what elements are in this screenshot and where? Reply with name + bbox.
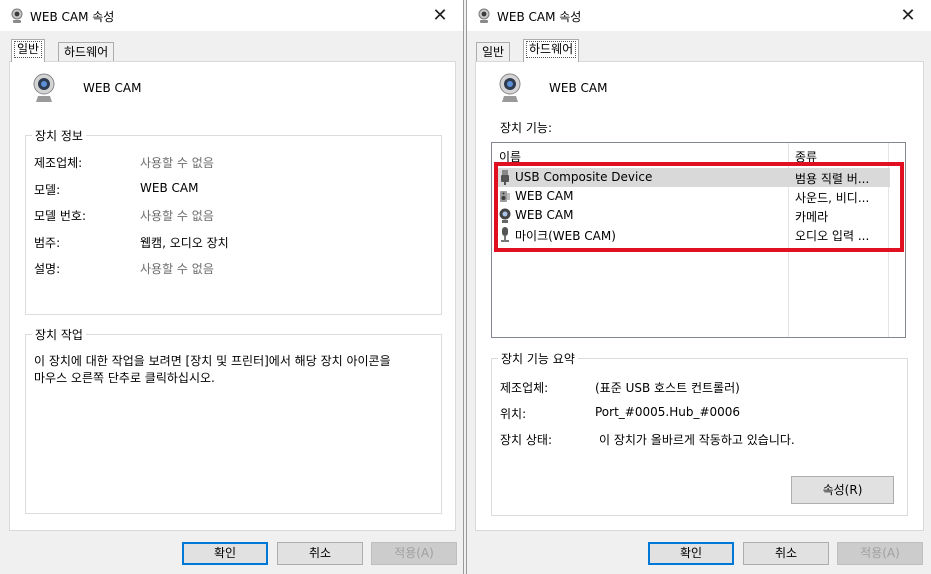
webcam-icon [33,73,55,102]
model-label: 모델: [34,183,61,197]
window-title: WEB CAM 속성 [497,10,582,24]
title-bar: WEB CAM 속성 ✕ [0,0,463,31]
apply-button[interactable]: 적용(A) [371,542,457,565]
tab-label: 일반 [482,45,505,59]
list-item-type: 오디오 입력 ... [795,229,870,243]
cancel-button[interactable]: 취소 [277,542,363,565]
list-item-type: 카메라 [795,210,829,224]
speaker-icon [500,191,510,202]
device-functions-list[interactable]: 이름 종류 USB Composite Device 범용 직렬 버... WE… [491,142,906,338]
tab-hardware[interactable]: 하드웨어 [58,42,115,62]
device-status-label: 장치 상태: [500,433,553,447]
category-label: 범주: [34,236,61,250]
properties-dialog-hardware: WEB CAM 속성 ✕ 일반 하드웨어 WEB CAM 장치 기능: 이름 종… [466,0,931,574]
group-title: 장치 기능 요약 [498,350,578,367]
usb-plug-icon [501,170,509,185]
device-status-value: 이 장치가 올바르게 작동하고 있습니다. [599,433,795,447]
device-functions-label: 장치 기능: [500,121,553,135]
webcam-icon [499,208,511,223]
device-name: WEB CAM [549,81,608,95]
group-title: 장치 작업 [32,326,86,343]
title-bar: WEB CAM 속성 ✕ [467,0,931,31]
apply-button[interactable]: 적용(A) [837,542,923,565]
tab-label: 하드웨어 [526,41,577,58]
list-item-name: USB Composite Device [515,170,653,184]
list-item-name: WEB CAM [515,189,574,203]
list-item-name: 마이크(WEB CAM) [515,229,616,243]
group-title: 장치 정보 [32,127,86,144]
tab-panel: WEB CAM 장치 기능: 이름 종류 USB Composite Devic… [475,61,924,531]
webcam-icon [499,73,521,102]
tasks-text-line2: 마우스 오른쪽 단추로 클릭하십시오. [34,371,215,385]
list-item[interactable]: USB Composite Device 범용 직렬 버... [496,168,890,187]
list-item-name: WEB CAM [515,208,574,222]
device-name: WEB CAM [83,81,142,95]
ok-button[interactable]: 확인 [182,542,268,565]
device-tasks-group: 장치 작업 이 장치에 대한 작업을 보려면 [장치 및 프린터]에서 해당 장… [25,326,442,514]
properties-dialog-general: WEB CAM 속성 ✕ 일반 하드웨어 WEB CAM 장치 정보 제조업체:… [0,0,464,574]
tasks-text-line1: 이 장치에 대한 작업을 보려면 [장치 및 프린터]에서 해당 장치 아이콘을 [34,354,391,368]
list-item[interactable]: 마이크(WEB CAM) 오디오 입력 ... [496,225,890,244]
tab-hardware[interactable]: 하드웨어 [523,39,580,62]
close-button[interactable]: ✕ [417,0,463,31]
description-value: 사용할 수 없음 [140,262,214,276]
description-label: 설명: [34,262,61,276]
location-label: 위치: [500,407,527,421]
list-item[interactable]: WEB CAM 사운드, 비디... [496,187,890,206]
tab-panel: WEB CAM 장치 정보 제조업체: 사용할 수 없음 모델: WEB CAM… [9,61,456,531]
list-item-type: 사운드, 비디... [795,191,870,205]
list-item-type: 범용 직렬 버... [795,172,870,186]
microphone-icon [501,227,509,242]
ok-button[interactable]: 확인 [648,542,734,565]
column-header-name[interactable]: 이름 [499,148,521,165]
manufacturer-label: 제조업체: [34,156,83,170]
tab-general[interactable]: 일반 [11,39,46,62]
model-value: WEB CAM [140,181,199,195]
manufacturer-label: 제조업체: [500,381,549,395]
close-button[interactable]: ✕ [885,0,931,31]
model-number-value: 사용할 수 없음 [140,209,214,223]
list-item[interactable]: WEB CAM 카메라 [496,206,890,225]
model-number-label: 모델 번호: [34,209,87,223]
manufacturer-value: 사용할 수 없음 [140,156,214,170]
webcam-icon [11,8,23,23]
tab-general[interactable]: 일반 [476,42,511,62]
column-header-type[interactable]: 종류 [795,148,817,165]
window-title: WEB CAM 속성 [30,10,115,24]
function-summary-group: 장치 기능 요약 제조업체: (표준 USB 호스트 컨트롤러) 위치: Por… [491,350,908,516]
list-header: 이름 종류 [492,143,905,165]
cancel-button[interactable]: 취소 [743,542,829,565]
tab-label: 하드웨어 [64,45,109,59]
properties-button[interactable]: 속성(R) [791,476,894,504]
tab-label: 일반 [14,41,43,58]
webcam-icon [478,8,490,23]
category-value: 웹캠, 오디오 장치 [140,236,229,250]
device-info-group: 장치 정보 제조업체: 사용할 수 없음 모델: WEB CAM 모델 번호: … [25,127,442,315]
location-value: Port_#0005.Hub_#0006 [595,405,741,419]
manufacturer-value: (표준 USB 호스트 컨트롤러) [595,381,740,395]
